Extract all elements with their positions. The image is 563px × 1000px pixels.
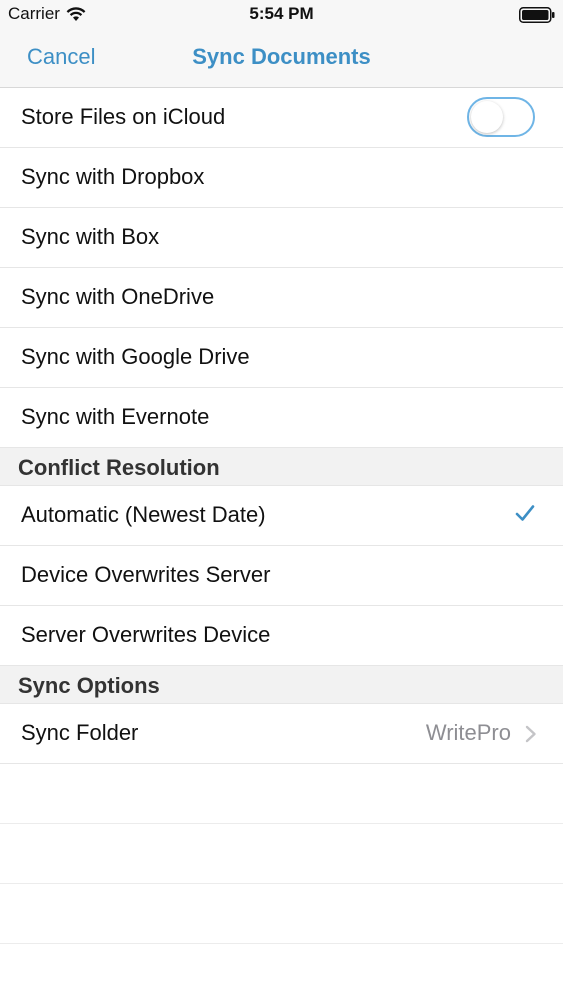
- icloud-row: Store Files on iCloud: [0, 88, 563, 148]
- conflict-option-label: Server Overwrites Device: [21, 622, 271, 647]
- sync-onedrive-label: Sync with OneDrive: [21, 284, 215, 309]
- page-title: Sync Documents: [192, 44, 371, 69]
- empty-row: [0, 824, 563, 884]
- sync-dropbox-row[interactable]: Sync with Dropbox: [0, 148, 563, 208]
- empty-row: [0, 764, 563, 824]
- sync-box-row[interactable]: Sync with Box: [0, 208, 563, 268]
- conflict-resolution-title: Conflict Resolution: [18, 455, 220, 480]
- sync-evernote-label: Sync with Evernote: [21, 404, 210, 429]
- sync-evernote-row[interactable]: Sync with Evernote: [0, 388, 563, 448]
- sync-onedrive-row[interactable]: Sync with OneDrive: [0, 268, 563, 328]
- sync-folder-row[interactable]: Sync Folder WritePro: [0, 704, 563, 764]
- navigation-bar: Cancel Sync Documents: [0, 30, 563, 88]
- icloud-label: Store Files on iCloud: [21, 104, 226, 129]
- sync-options-header: Sync Options: [0, 666, 563, 704]
- settings-list: Store Files on iCloud Sync with Dropbox …: [0, 88, 563, 1000]
- conflict-option-label: Device Overwrites Server: [21, 562, 271, 587]
- conflict-option-label: Automatic (Newest Date): [21, 502, 266, 527]
- conflict-option-automatic[interactable]: Automatic (Newest Date): [0, 486, 563, 546]
- checkmark-icon: [515, 505, 535, 521]
- conflict-option-device-overwrites[interactable]: Device Overwrites Server: [0, 546, 563, 606]
- battery-icon: [519, 7, 555, 23]
- empty-row: [0, 884, 563, 944]
- icloud-toggle[interactable]: [467, 97, 535, 137]
- toggle-knob: [471, 101, 503, 133]
- sync-folder-label: Sync Folder: [21, 720, 139, 745]
- sync-google-drive-label: Sync with Google Drive: [21, 344, 250, 369]
- empty-row: [0, 944, 563, 1000]
- conflict-resolution-header: Conflict Resolution: [0, 448, 563, 486]
- sync-google-drive-row[interactable]: Sync with Google Drive: [0, 328, 563, 388]
- status-bar: Carrier 5:54 PM: [0, 0, 563, 30]
- sync-box-label: Sync with Box: [21, 224, 160, 249]
- status-time: 5:54 PM: [249, 4, 314, 23]
- chevron-right-icon: [525, 725, 536, 743]
- sync-options-title: Sync Options: [18, 673, 160, 698]
- sync-dropbox-label: Sync with Dropbox: [21, 164, 205, 189]
- sync-folder-value: WritePro: [425, 720, 511, 745]
- conflict-option-server-overwrites[interactable]: Server Overwrites Device: [0, 606, 563, 666]
